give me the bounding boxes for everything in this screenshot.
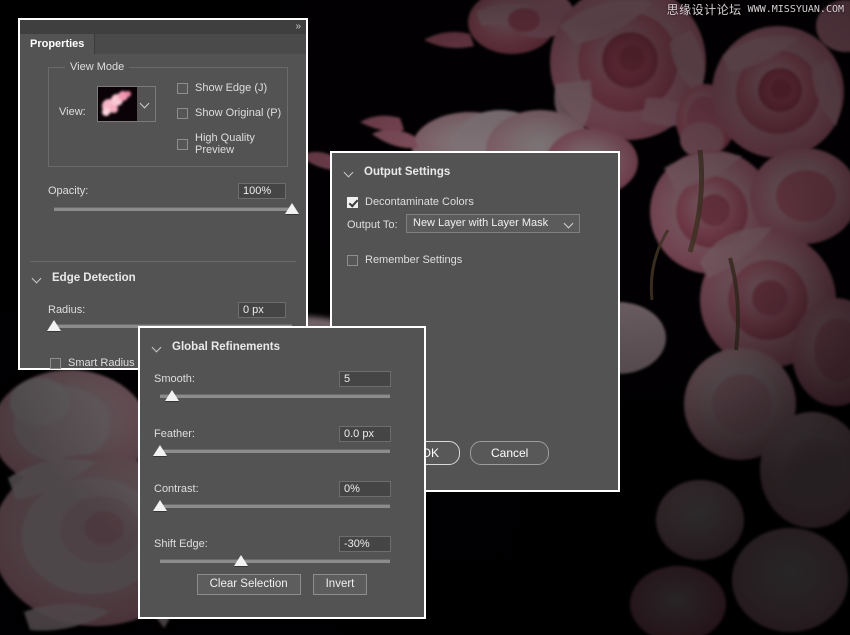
feather-label: Feather: xyxy=(154,428,195,440)
opacity-value-field[interactable]: 100% xyxy=(238,183,286,199)
view-mode-legend: View Mode xyxy=(65,61,130,73)
output-settings-title: Output Settings xyxy=(364,166,451,178)
watermark-site-name: 思缘设计论坛 xyxy=(666,3,742,17)
smooth-slider-track xyxy=(160,394,390,398)
contrast-slider[interactable] xyxy=(153,500,390,512)
panel-divider xyxy=(30,261,296,262)
output-settings-header[interactable]: Output Settings xyxy=(332,161,450,183)
tabbar-filler xyxy=(95,34,306,54)
decontaminate-colors-label: Decontaminate Colors xyxy=(365,196,474,208)
checkbox-show-edge[interactable]: Show Edge (J) xyxy=(177,82,267,94)
smooth-label: Smooth: xyxy=(154,373,195,385)
shift-edge-slider-track xyxy=(160,559,390,563)
shift-edge-slider[interactable] xyxy=(160,555,390,567)
smooth-value-field[interactable]: 5 xyxy=(339,371,391,387)
checkbox-decontaminate-colors[interactable]: Decontaminate Colors xyxy=(347,196,474,208)
smart-radius-checkbox-box[interactable] xyxy=(50,357,61,369)
collapse-panel-icon[interactable]: » xyxy=(295,21,300,32)
high-quality-preview-label: High Quality Preview xyxy=(195,132,255,156)
edge-detection-header[interactable]: Edge Detection xyxy=(20,267,136,289)
watermark-url: WWW.MISSYUAN.COM xyxy=(747,4,844,15)
feather-slider[interactable] xyxy=(153,445,390,457)
global-refinements-panel: Global Refinements Smooth: 5 Feather: 0.… xyxy=(138,326,426,619)
shift-edge-slider-thumb[interactable] xyxy=(233,555,248,566)
chevron-down-icon[interactable] xyxy=(153,342,163,352)
invert-button[interactable]: Invert xyxy=(312,574,368,595)
radius-label: Radius: xyxy=(48,304,86,316)
properties-titlebar: » xyxy=(20,20,306,34)
contrast-slider-track xyxy=(160,504,390,508)
radius-value-field[interactable]: 0 px xyxy=(238,302,286,318)
opacity-slider-track xyxy=(54,207,292,211)
checkbox-smart-radius[interactable]: Smart Radius xyxy=(50,357,135,369)
feather-value-field[interactable]: 0.0 px xyxy=(339,426,391,442)
chevron-down-icon[interactable] xyxy=(345,167,355,177)
decontaminate-colors-checkbox-box[interactable] xyxy=(347,196,358,208)
properties-panel: » Properties View Mode View: Show Edge (… xyxy=(18,18,308,370)
show-edge-label: Show Edge (J) xyxy=(195,82,268,94)
properties-tabbar: Properties xyxy=(20,34,306,54)
contrast-value-field[interactable]: 0% xyxy=(339,481,391,497)
cancel-button[interactable]: Cancel xyxy=(469,441,550,465)
watermark: 思缘设计论坛 WWW.MISSYUAN.COM xyxy=(667,4,844,16)
show-original-label: Show Original (P) xyxy=(195,107,282,119)
feather-slider-thumb[interactable] xyxy=(153,445,167,456)
global-refinements-title: Global Refinements xyxy=(172,341,280,353)
show-edge-checkbox-box[interactable] xyxy=(177,82,188,94)
checkbox-show-original[interactable]: Show Original (P) xyxy=(177,107,281,119)
remember-settings-label: Remember Settings xyxy=(365,254,463,266)
high-quality-preview-checkbox-box[interactable] xyxy=(177,138,188,150)
checkbox-high-quality-preview[interactable]: High Quality Preview xyxy=(177,132,287,156)
feather-slider-track xyxy=(160,449,390,453)
view-preview-thumbnail[interactable] xyxy=(97,86,139,122)
view-label: View: xyxy=(59,106,86,118)
output-to-value: New Layer with Layer Mask xyxy=(413,217,549,229)
global-refinements-header[interactable]: Global Refinements xyxy=(140,336,280,358)
view-preview-dropdown[interactable] xyxy=(137,86,156,122)
global-refinements-buttons: Clear Selection Invert xyxy=(140,574,424,595)
tab-properties[interactable]: Properties xyxy=(20,34,96,54)
output-to-dropdown[interactable]: New Layer with Layer Mask xyxy=(406,214,580,233)
remember-settings-checkbox-box[interactable] xyxy=(347,254,358,266)
radius-slider-thumb[interactable] xyxy=(47,320,61,331)
opacity-slider-thumb[interactable] xyxy=(285,203,299,214)
checkbox-remember-settings[interactable]: Remember Settings xyxy=(347,254,462,266)
opacity-label: Opacity: xyxy=(48,185,89,197)
shift-edge-label: Shift Edge: xyxy=(154,538,208,550)
output-to-label: Output To: xyxy=(347,219,398,231)
clear-selection-button[interactable]: Clear Selection xyxy=(196,574,301,595)
smooth-slider[interactable] xyxy=(160,390,390,402)
contrast-label: Contrast: xyxy=(154,483,199,495)
chevron-down-icon[interactable] xyxy=(33,273,43,283)
smooth-slider-thumb[interactable] xyxy=(164,390,179,401)
contrast-slider-thumb[interactable] xyxy=(153,500,167,511)
smart-radius-label: Smart Radius xyxy=(68,357,135,369)
shift-edge-value-field[interactable]: -30% xyxy=(339,536,391,552)
show-original-checkbox-box[interactable] xyxy=(177,107,188,119)
screen: 思缘设计论坛 WWW.MISSYUAN.COM » Properties Vie… xyxy=(0,0,850,635)
edge-detection-title: Edge Detection xyxy=(52,272,136,284)
chevron-down-icon xyxy=(563,218,574,229)
opacity-slider[interactable] xyxy=(54,203,299,215)
view-mode-group: View Mode View: Show Edge (J) Show Origi… xyxy=(48,61,288,167)
